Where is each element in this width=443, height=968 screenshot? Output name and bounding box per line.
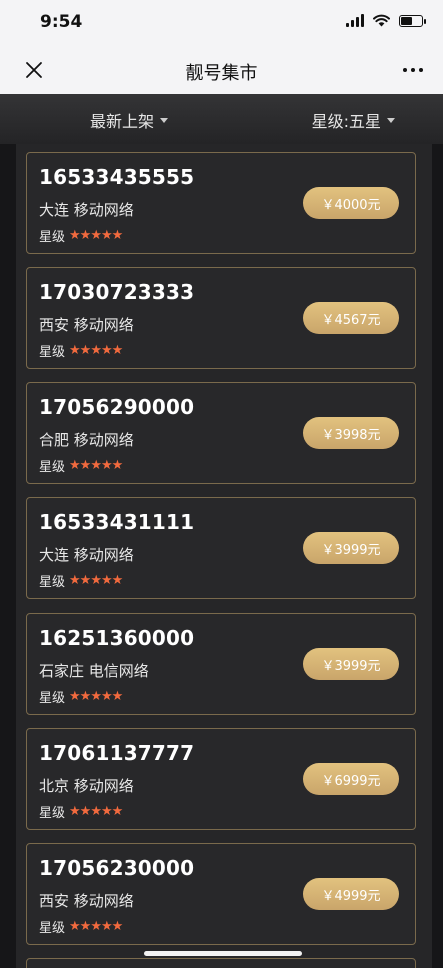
price-button[interactable]: ￥4999元 xyxy=(303,878,399,910)
phone-number: 16533431111 xyxy=(39,510,195,534)
location-carrier: 大连 移动网络 xyxy=(39,201,134,219)
phone-number: 16533435555 xyxy=(39,165,195,189)
nav-bar: 靓号集市 xyxy=(0,46,443,94)
star-rating-label: 星级 xyxy=(39,575,66,590)
phone-number: 16251360000 xyxy=(39,626,195,650)
signal-icon xyxy=(346,14,364,27)
price-button[interactable]: ￥4567元 xyxy=(303,302,399,334)
phone-number: 17061137777 xyxy=(39,741,195,765)
number-list: 16533435555 大连 移动网络 星级 ★★★★★ ￥4000元 1703… xyxy=(16,144,432,968)
star-rating-label: 星级 xyxy=(39,806,66,821)
price-button[interactable]: ￥3999元 xyxy=(303,532,399,564)
star-rating: 星级 ★★★★★ xyxy=(39,226,123,245)
star-rating-label: 星级 xyxy=(39,921,66,936)
more-icon[interactable] xyxy=(403,56,423,84)
star-rating: 星级 ★★★★★ xyxy=(39,341,123,360)
location-carrier: 西安 移动网络 xyxy=(39,892,134,910)
status-icons xyxy=(346,14,426,27)
star-rating-label: 星级 xyxy=(39,691,66,706)
location-carrier: 大连 移动网络 xyxy=(39,546,134,564)
star-rating: 星级 ★★★★★ xyxy=(39,802,123,821)
filter-bar: 最新上架 星级:五星 xyxy=(0,94,443,144)
star-rating: 星级 ★★★★★ xyxy=(39,917,123,936)
star-icon: ★★★★★ xyxy=(69,458,123,473)
listing-card[interactable]: 17061137777 北京 移动网络 星级 ★★★★★ ￥6999元 xyxy=(26,728,416,830)
sort-dropdown-label: 最新上架 xyxy=(90,112,155,131)
price-button[interactable]: ￥4000元 xyxy=(303,187,399,219)
home-indicator xyxy=(144,951,302,956)
star-rating: 星级 ★★★★★ xyxy=(39,571,123,590)
star-rating-label: 星级 xyxy=(39,460,66,475)
star-icon: ★★★★★ xyxy=(69,228,123,243)
star-rating: 星级 ★★★★★ xyxy=(39,687,123,706)
caret-down-icon xyxy=(387,117,395,123)
location-carrier: 西安 移动网络 xyxy=(39,316,134,334)
star-rating-label: 星级 xyxy=(39,230,66,245)
listing-card[interactable]: 17056290000 合肥 移动网络 星级 ★★★★★ ￥3998元 xyxy=(26,382,416,484)
listing-card[interactable]: 16251360000 石家庄 电信网络 星级 ★★★★★ ￥3999元 xyxy=(26,613,416,715)
star-icon: ★★★★★ xyxy=(69,919,123,934)
caret-down-icon xyxy=(160,117,169,123)
level-dropdown[interactable]: 星级:五星 xyxy=(312,108,395,132)
phone-number: 17056290000 xyxy=(39,395,195,419)
price-button[interactable]: ￥3999元 xyxy=(303,648,399,680)
sort-dropdown[interactable]: 最新上架 xyxy=(90,108,169,132)
listing-card[interactable]: 17056230000 西安 移动网络 星级 ★★★★★ ￥4999元 xyxy=(26,843,416,945)
status-bar: 9:54 xyxy=(0,0,443,46)
page-title: 靓号集市 xyxy=(185,63,258,84)
star-icon: ★★★★★ xyxy=(69,343,123,358)
star-icon: ★★★★★ xyxy=(69,573,123,588)
location-carrier: 石家庄 电信网络 xyxy=(39,662,149,680)
price-button[interactable]: ￥6999元 xyxy=(303,763,399,795)
battery-icon xyxy=(399,14,426,27)
star-rating: 星级 ★★★★★ xyxy=(39,456,123,475)
listing-card[interactable]: 16533435555 大连 移动网络 星级 ★★★★★ ￥4000元 xyxy=(26,152,416,254)
listing-card[interactable]: 16533431111 大连 移动网络 星级 ★★★★★ ￥3999元 xyxy=(26,497,416,599)
phone-number: 17030723333 xyxy=(39,280,195,304)
star-icon: ★★★★★ xyxy=(69,689,123,704)
phone-number: 17056230000 xyxy=(39,856,195,880)
star-icon: ★★★★★ xyxy=(69,804,123,819)
listing-card[interactable]: 17030723333 西安 移动网络 星级 ★★★★★ ￥4567元 xyxy=(26,267,416,369)
level-dropdown-label: 星级:五星 xyxy=(311,112,381,131)
location-carrier: 合肥 移动网络 xyxy=(39,431,134,449)
location-carrier: 北京 移动网络 xyxy=(39,777,134,795)
wifi-icon xyxy=(373,14,390,27)
price-button[interactable]: ￥3998元 xyxy=(303,417,399,449)
star-rating-label: 星级 xyxy=(39,345,66,360)
status-time: 9:54 xyxy=(40,12,83,32)
listing-card[interactable] xyxy=(26,958,416,968)
